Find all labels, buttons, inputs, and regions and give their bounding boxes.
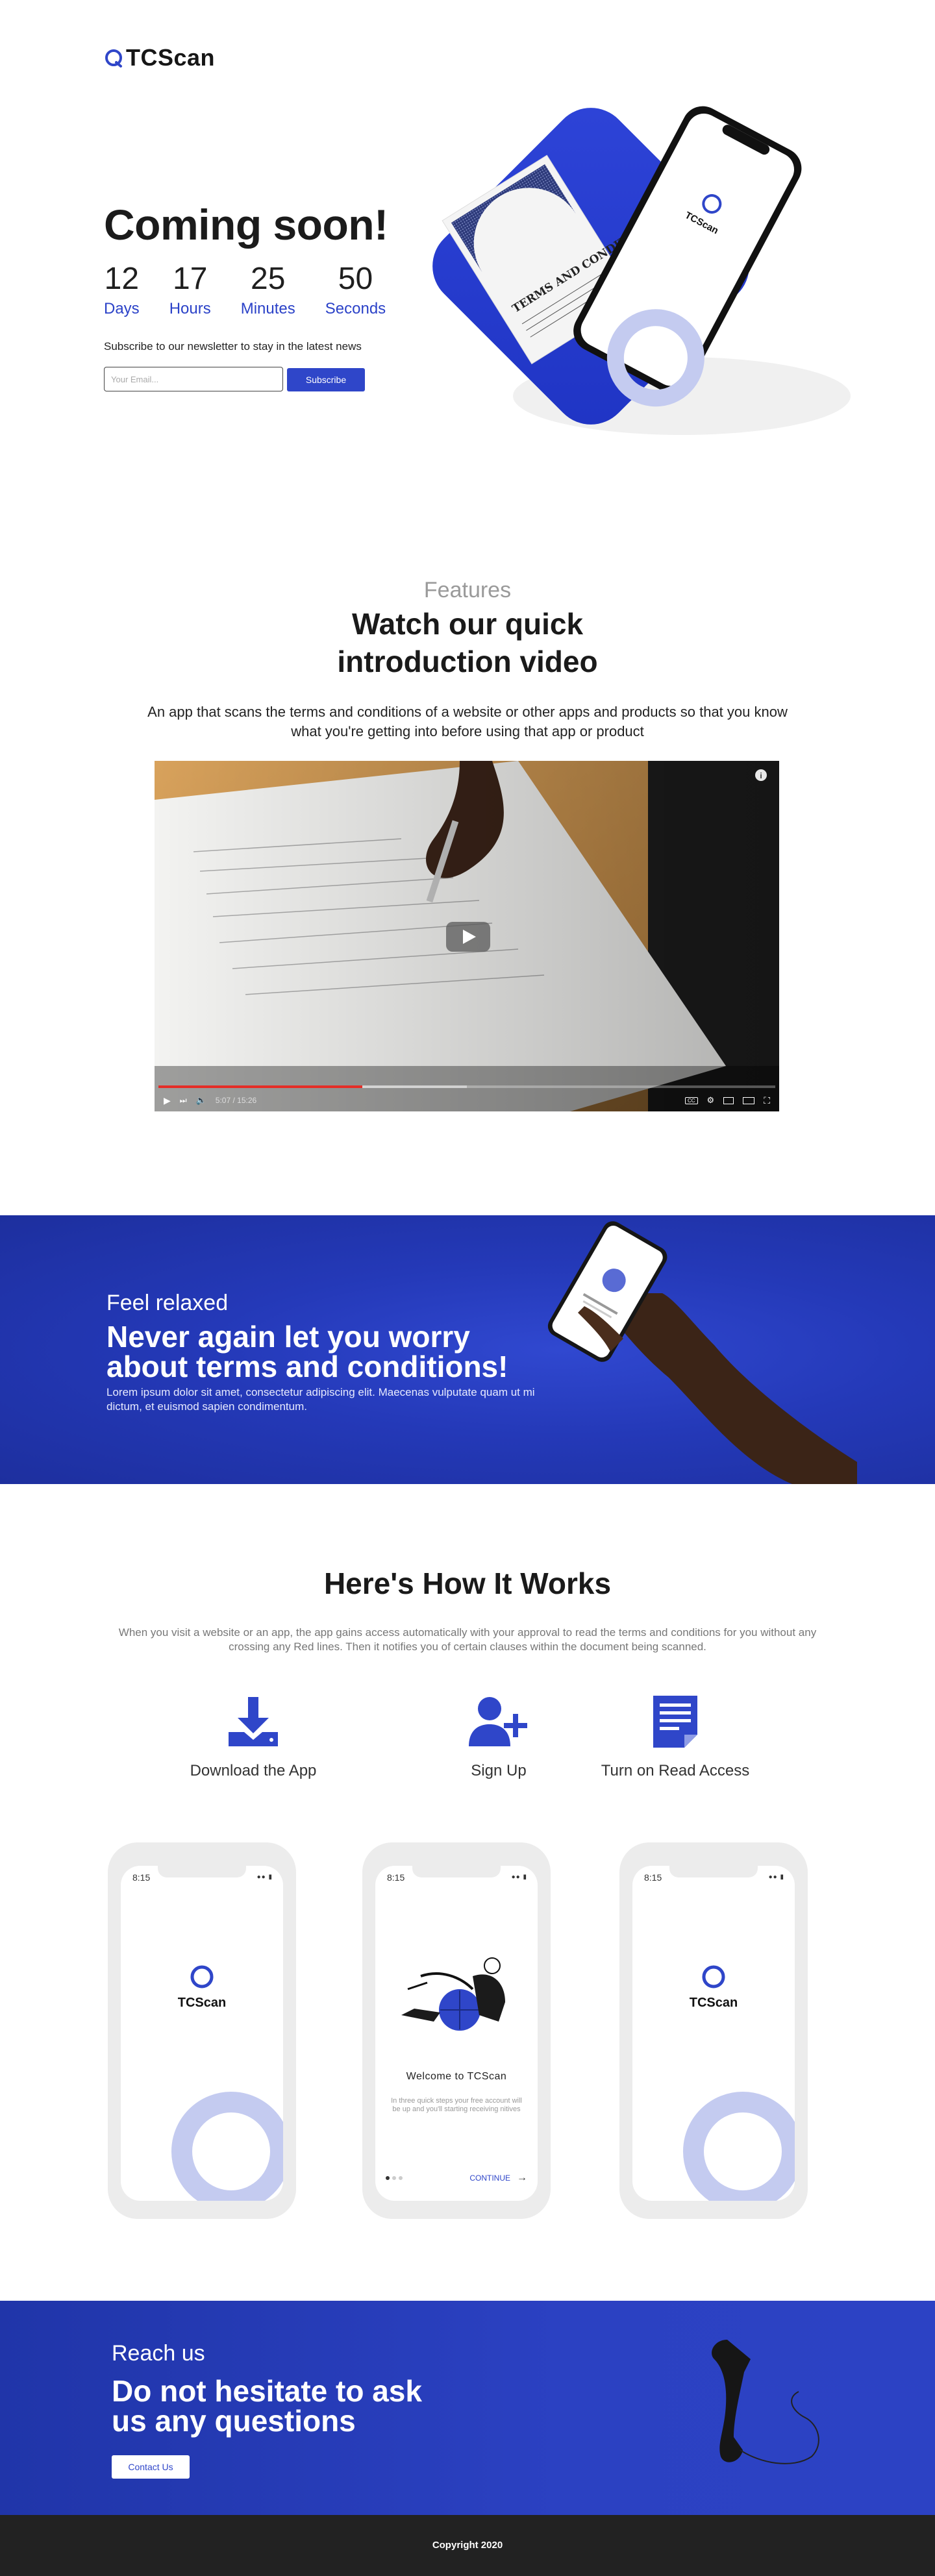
settings-icon[interactable]: ⚙ — [707, 1095, 715, 1106]
relax-kicker: Feel relaxed — [106, 1291, 229, 1315]
reach-kicker: Reach us — [112, 2341, 205, 2366]
video-thumbnail: i — [155, 761, 779, 1111]
relax-title-line2: about terms and conditions! — [106, 1350, 508, 1383]
features-kicker: Features — [423, 578, 512, 602]
footer: Copyright 2020 — [0, 2515, 935, 2576]
countdown-label: Seconds — [325, 300, 386, 317]
video-progress-bar — [158, 1085, 362, 1088]
download-icon — [229, 1697, 278, 1746]
phone-screen: 8:15 ●● ▮ Welcome to TCScan In three qui… — [375, 1866, 538, 2201]
page-dots — [386, 2176, 403, 2180]
hero-title: Coming soon! — [104, 201, 388, 249]
ring-decoration — [171, 2092, 283, 2201]
hero-illustration: TERMS AND CONDITIONS TCScan — [432, 106, 851, 435]
video-time: 5:07 / 15:26 — [215, 1096, 257, 1105]
next-icon[interactable]: ⏭ — [180, 1096, 187, 1106]
email-field[interactable] — [104, 367, 283, 391]
relax-description: Lorem ipsum dolor sit amet, consectetur … — [106, 1386, 535, 1413]
phone-screen: 8:15 ●● ▮ TCScan — [632, 1866, 795, 2201]
countdown-label: Minutes — [240, 300, 295, 317]
phone-time: 8:15 — [132, 1872, 151, 1883]
contact-button[interactable]: Contact Us — [112, 2455, 190, 2479]
telephone-illustration — [712, 2340, 819, 2464]
status-icons: ●● ▮ — [256, 1874, 273, 1881]
svg-text:i: i — [760, 771, 762, 780]
how-description: When you visit a website or an app, the … — [118, 1626, 817, 1653]
welcome-illustration — [401, 1957, 505, 2031]
step-label: Turn on Read Access — [601, 1762, 750, 1779]
ring-decoration — [683, 2092, 795, 2201]
features-description: An app that scans the terms and conditio… — [147, 704, 788, 739]
captions-icon[interactable]: CC — [684, 1096, 698, 1104]
step-label: Download the App — [190, 1762, 317, 1779]
phone-welcome: 8:15 ●● ▮ Welcome to TCScan In three qui… — [362, 1842, 551, 2219]
continue-button[interactable]: CONTINUE → — [469, 2172, 527, 2184]
play-button[interactable]: ▶ — [164, 1095, 171, 1106]
countdown-value: 12 — [104, 262, 140, 296]
document-icon — [653, 1696, 697, 1748]
continue-label: CONTINUE — [469, 2174, 510, 2183]
step-signup: Sign Up — [414, 1694, 583, 1780]
countdown-days: 12 Days — [104, 264, 140, 318]
reach-title: Do not hesitate to ask us any questions — [112, 2376, 475, 2436]
status-icons: ●● ▮ — [768, 1874, 784, 1881]
welcome-subtext: In three quick steps your free account w… — [391, 2097, 522, 2113]
volume-icon[interactable]: 🔈 — [196, 1095, 206, 1106]
add-user-icon — [469, 1697, 527, 1746]
theater-icon[interactable] — [743, 1096, 755, 1104]
miniplayer-icon[interactable] — [723, 1096, 734, 1104]
brand-name: TCScan — [126, 44, 216, 71]
newsletter-label: Subscribe to our newsletter to stay in t… — [104, 340, 362, 353]
video-controls: ▶ ⏭ 🔈 5:07 / 15:26 CC ⚙ ⛶ — [155, 1089, 779, 1111]
copyright-text: Copyright 2020 — [432, 2540, 503, 2551]
countdown-hours: 17 Hours — [169, 264, 211, 318]
countdown-value: 17 — [173, 262, 208, 296]
countdown-label: Hours — [169, 300, 211, 317]
step-label: Sign Up — [471, 1762, 527, 1779]
countdown-value: 25 — [251, 262, 286, 296]
phone-time: 8:15 — [387, 1872, 405, 1883]
phone-screen: 8:15 ●● ▮ TCScan — [121, 1866, 283, 2201]
countdown-value: 50 — [338, 262, 373, 296]
countdown-minutes: 25 Minutes — [241, 264, 295, 318]
subscribe-button[interactable]: Subscribe — [287, 368, 365, 391]
step-download: Download the App — [169, 1694, 338, 1780]
features-title-line2: introduction video — [337, 645, 598, 678]
status-icons: ●● ▮ — [511, 1874, 527, 1881]
brand-logo[interactable]: TCScan — [104, 44, 215, 71]
countdown-seconds: 50 Seconds — [325, 264, 386, 318]
welcome-title: Welcome to TCScan — [406, 2071, 507, 2082]
features-title-line1: Watch our quick — [351, 607, 584, 641]
phone-splash-2: 8:15 ●● ▮ TCScan — [619, 1842, 808, 2219]
logo-icon — [105, 49, 122, 68]
arrow-right-icon: → — [517, 2172, 527, 2183]
relax-title-line1: Never again let you worry — [106, 1320, 470, 1354]
phone-brand: TCScan — [689, 1996, 738, 2010]
features-title: Watch our quick introduction video — [0, 605, 935, 680]
fullscreen-icon[interactable]: ⛶ — [764, 1095, 770, 1106]
reach-title-line1: Do not hesitate to ask — [112, 2374, 422, 2408]
countdown: 12 Days 17 Hours 25 Minutes 50 Seconds — [104, 264, 386, 318]
step-read-access: Turn on Read Access — [591, 1694, 760, 1780]
logo-icon — [190, 1965, 214, 1988]
phone-brand: TCScan — [177, 1996, 227, 2010]
video-player[interactable]: i ▶ ⏭ 🔈 5:07 / 15:26 CC ⚙ ⛶ — [155, 761, 779, 1111]
countdown-label: Days — [104, 300, 140, 317]
logo-icon — [702, 1965, 725, 1988]
how-title: Here's How It Works — [323, 1567, 612, 1600]
relax-title: Never again let you worry about terms an… — [106, 1322, 600, 1381]
phone-splash-1: 8:15 ●● ▮ TCScan — [108, 1842, 296, 2219]
phone-time: 8:15 — [644, 1872, 662, 1883]
reach-title-line2: us any questions — [112, 2404, 356, 2438]
